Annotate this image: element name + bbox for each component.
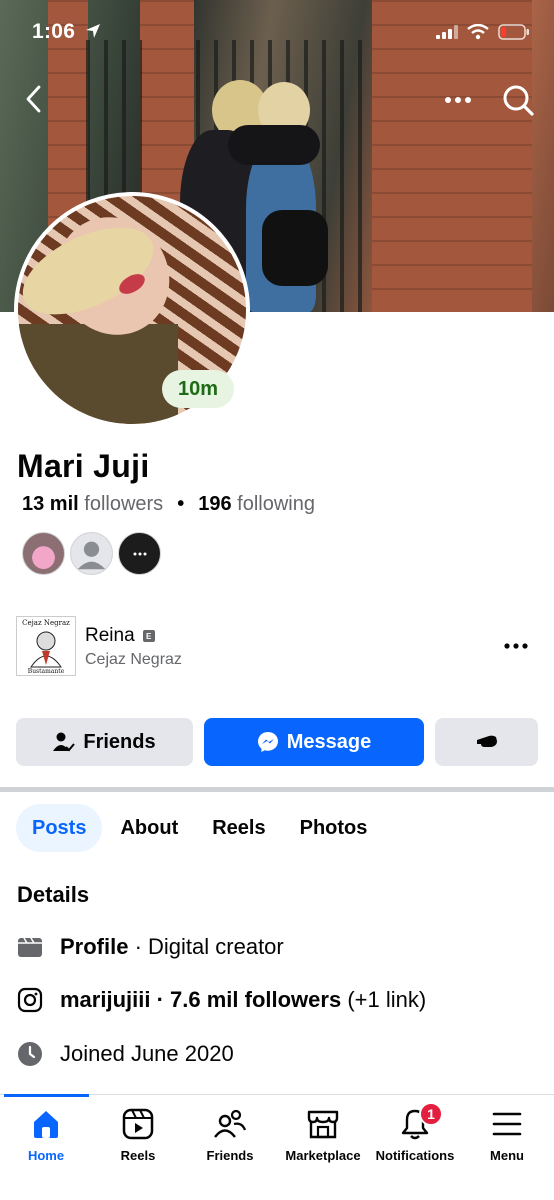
work-role: Reina E xyxy=(85,625,155,647)
nav-reels[interactable]: Reels xyxy=(88,1108,188,1163)
profile-more-actions-button[interactable] xyxy=(435,718,538,766)
instagram-links[interactable]: (+1 link) xyxy=(341,987,426,1012)
active-tab-indicator xyxy=(4,1094,89,1097)
detail-instagram[interactable]: marijujiii · 7.6 mil followers (+1 link) xyxy=(17,984,426,1016)
nav-notifications-label: Notifications xyxy=(375,1148,455,1163)
mutual-friends-row[interactable] xyxy=(22,532,161,575)
status-time: 1:06 xyxy=(32,20,101,44)
details-heading: Details xyxy=(17,882,90,907)
logo-text-bottom: Bustamante xyxy=(28,668,65,675)
notification-count-badge: 1 xyxy=(419,1102,443,1126)
followers-count: 13 mil xyxy=(22,493,79,515)
work-logo: Cejaz Negraz Bustamante xyxy=(16,616,76,676)
friend-check-icon xyxy=(53,732,76,752)
profile-name: Mari Juji xyxy=(17,448,150,484)
signal-icon xyxy=(436,25,458,39)
chevron-left-icon xyxy=(26,85,41,113)
instagram-icon xyxy=(17,987,43,1013)
following-count: 196 xyxy=(198,493,232,515)
marketplace-icon xyxy=(307,1110,339,1139)
nav-marketplace-label: Marketplace xyxy=(285,1148,361,1163)
mutual-friend-avatar[interactable] xyxy=(70,532,113,575)
more-dots-icon xyxy=(133,552,146,555)
location-arrow-icon xyxy=(86,24,101,38)
nav-menu[interactable]: Menu xyxy=(457,1108,554,1163)
message-button[interactable]: Message xyxy=(204,718,424,766)
nav-friends-label: Friends xyxy=(206,1148,254,1163)
clapperboard-icon xyxy=(17,934,43,960)
following-link[interactable]: 196 following xyxy=(198,493,315,516)
logo-text-top: Cejaz Negraz xyxy=(22,619,70,627)
nav-home-label: Home xyxy=(27,1148,65,1163)
more-dots-icon xyxy=(504,643,528,649)
friends-button-label: Friends xyxy=(83,730,156,753)
clock-icon xyxy=(17,1041,43,1067)
friends-button[interactable]: Friends xyxy=(16,718,193,766)
detail-category-value: · Digital creator xyxy=(128,934,284,959)
tab-posts[interactable]: Posts xyxy=(16,804,103,852)
tab-about[interactable]: About xyxy=(104,804,194,852)
messenger-icon xyxy=(257,732,278,752)
detail-category-type: Profile xyxy=(60,934,129,959)
search-icon xyxy=(503,85,534,116)
more-options-button[interactable] xyxy=(440,86,476,114)
more-dots-icon xyxy=(445,97,471,103)
battery-low-icon xyxy=(498,24,529,40)
back-button[interactable] xyxy=(18,82,48,116)
mutual-friends-more[interactable] xyxy=(118,532,161,575)
nav-menu-label: Menu xyxy=(490,1148,524,1163)
detail-joined-text: Joined June 2020 xyxy=(60,1041,234,1066)
nav-marketplace[interactable]: Marketplace xyxy=(273,1108,373,1163)
wave-hand-icon xyxy=(476,735,497,747)
work-more-button[interactable] xyxy=(504,636,528,654)
employee-badge: E xyxy=(142,630,155,642)
profile-tabs: Posts About Reels Photos xyxy=(16,804,385,852)
nav-home[interactable]: Home xyxy=(0,1108,96,1163)
detail-joined: Joined June 2020 xyxy=(17,1038,234,1070)
default-avatar-icon xyxy=(77,541,106,570)
detail-category: Profile · Digital creator xyxy=(17,931,284,963)
tab-reels[interactable]: Reels xyxy=(196,804,281,852)
following-label: following xyxy=(237,493,315,515)
separator-dot: • xyxy=(177,493,185,515)
search-button[interactable] xyxy=(498,80,538,120)
hamburger-menu-icon xyxy=(492,1112,522,1136)
status-bar: 1:06 xyxy=(0,0,554,64)
mutual-friend-avatar[interactable] xyxy=(22,532,65,575)
work-entry[interactable]: Cejaz Negraz Bustamante Reina E Cejaz Ne… xyxy=(16,616,538,678)
message-button-label: Message xyxy=(286,730,372,753)
reels-icon xyxy=(122,1108,154,1140)
profile-actions: Friends Message xyxy=(16,718,538,766)
nav-friends[interactable]: Friends xyxy=(180,1108,280,1163)
nav-notifications[interactable]: 1 Notifications xyxy=(365,1102,465,1163)
active-time-badge: 10m xyxy=(162,370,235,408)
follow-stats: 13 mil followers • 196 following xyxy=(22,493,315,516)
section-divider xyxy=(0,787,554,792)
home-icon xyxy=(34,1111,58,1138)
work-role-label: Reina xyxy=(85,625,135,646)
instagram-followers: · 7.6 mil followers xyxy=(150,987,342,1012)
work-organization: Cejaz Negraz xyxy=(85,651,182,668)
followers-label: followers xyxy=(84,493,164,515)
wifi-icon xyxy=(467,24,489,40)
tab-photos[interactable]: Photos xyxy=(284,804,384,852)
nav-reels-label: Reels xyxy=(120,1148,156,1163)
friends-icon xyxy=(214,1109,247,1138)
followers-link[interactable]: 13 mil followers xyxy=(22,493,163,516)
instagram-handle[interactable]: marijujiii xyxy=(60,987,150,1012)
